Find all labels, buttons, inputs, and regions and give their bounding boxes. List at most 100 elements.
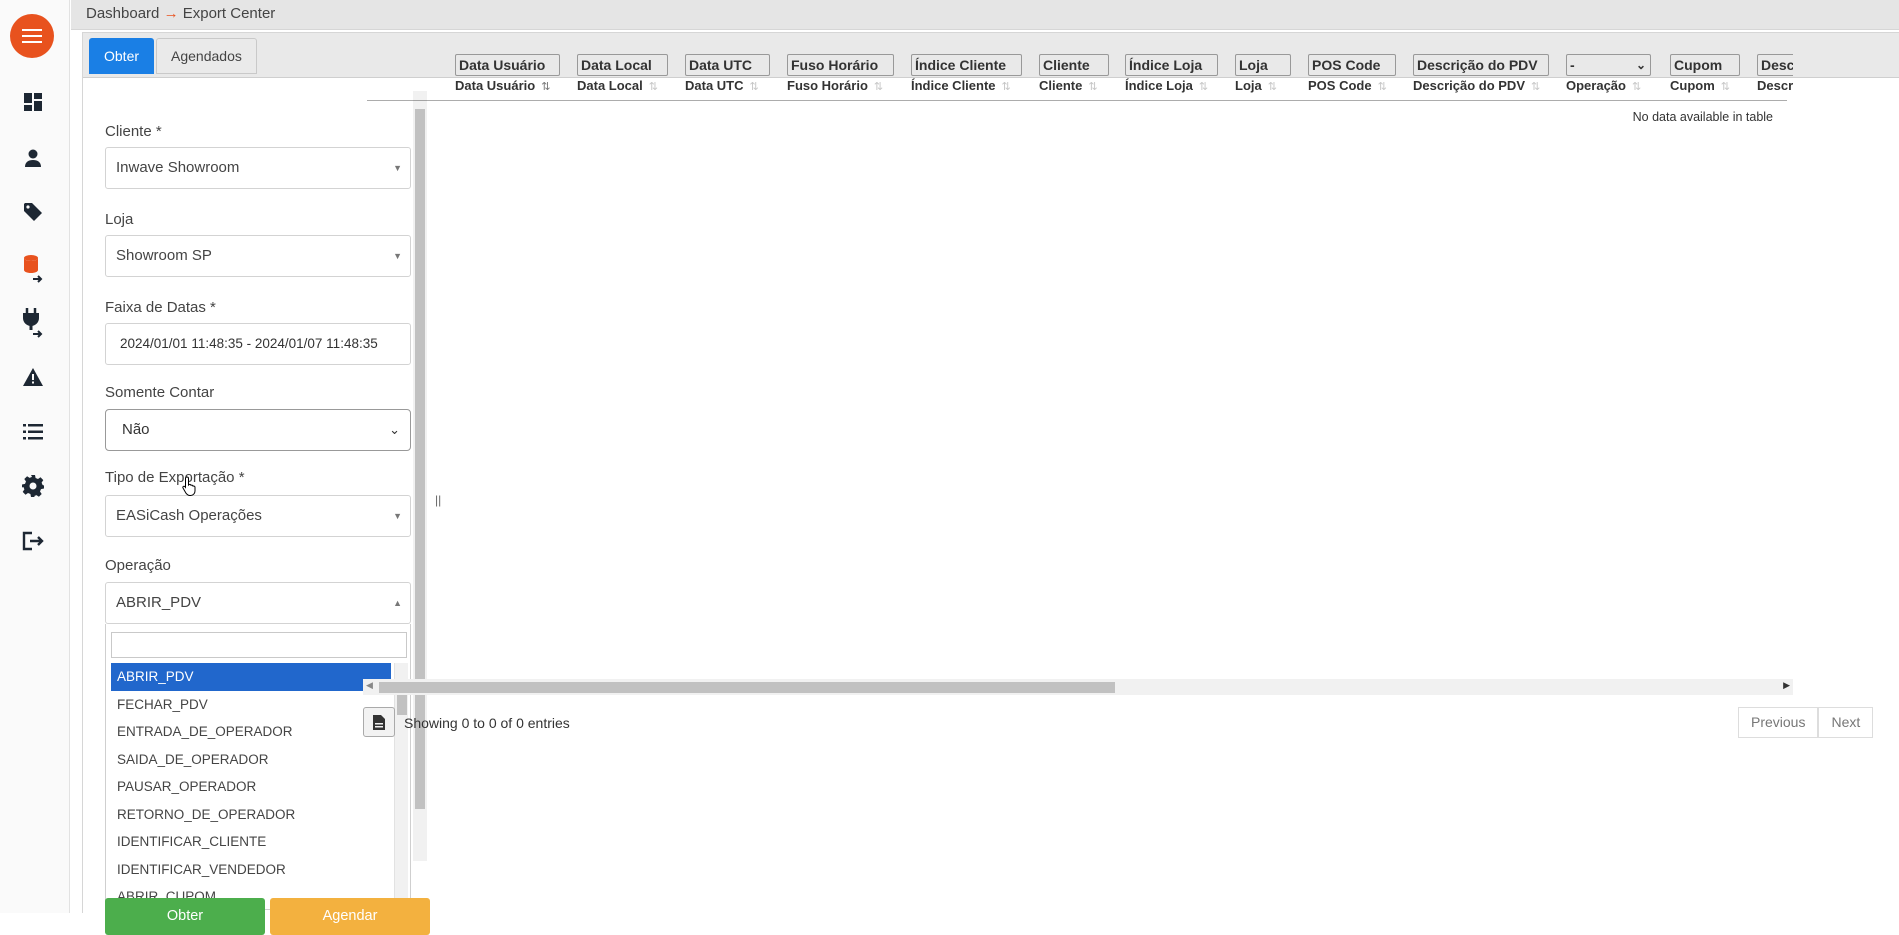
- col-pos-code: POS Code POS Code ⇅: [1308, 54, 1396, 93]
- obter-button[interactable]: Obter: [105, 898, 265, 935]
- somente-contar-label: Somente Contar: [105, 384, 215, 401]
- chevron-down-icon: ⌄: [1635, 58, 1646, 72]
- filter-data-usuario[interactable]: Data Usuário: [455, 54, 560, 76]
- database-export-icon[interactable]: [16, 252, 50, 286]
- option-retorno-de-operador[interactable]: RETORNO_DE_OPERADOR: [111, 801, 391, 829]
- sort-icon: ⇅: [1720, 81, 1730, 93]
- header-indice-loja[interactable]: Índice Loja ⇅: [1125, 78, 1218, 93]
- tipo-exportacao-value: EASiCash Operações: [116, 507, 262, 524]
- previous-page-button[interactable]: Previous: [1738, 707, 1819, 738]
- tab-obter[interactable]: Obter: [89, 38, 155, 74]
- col-descricao-pdv: Descrição do PDV Descrição do PDV ⇅: [1413, 54, 1549, 93]
- header-divider: [367, 100, 1787, 101]
- header-cupom[interactable]: Cupom ⇅: [1670, 78, 1740, 93]
- operacao-options: ABRIR_PDV FECHAR_PDV ENTRADA_DE_OPERADOR…: [111, 663, 391, 909]
- header-data-usuario[interactable]: Data Usuário ⇅: [455, 78, 560, 93]
- logout-icon[interactable]: [16, 524, 50, 558]
- dashboard-icon[interactable]: [16, 85, 50, 119]
- filter-data-utc[interactable]: Data UTC: [685, 54, 770, 76]
- dropdown-scrollbar[interactable]: [394, 663, 408, 909]
- sort-icon: ⇅: [648, 81, 658, 93]
- next-page-button[interactable]: Next: [1818, 707, 1874, 738]
- option-identificar-vendedor[interactable]: IDENTIFICAR_VENDEDOR: [111, 856, 391, 884]
- export-csv-button[interactable]: [363, 707, 395, 737]
- option-saida-de-operador[interactable]: SAIDA_DE_OPERADOR: [111, 746, 391, 774]
- list-icon[interactable]: [16, 415, 50, 449]
- results-table: Data Usuário Data Usuário ⇅ Data Local Da…: [363, 54, 1793, 674]
- operacao-label: Operação: [105, 557, 171, 574]
- sort-icon: ⇅: [1531, 81, 1541, 93]
- loja-label: Loja: [105, 211, 134, 228]
- loja-value: Showroom SP: [116, 247, 212, 264]
- file-icon: [373, 714, 385, 730]
- filter-cupom[interactable]: Cupom: [1670, 54, 1740, 76]
- table-horizontal-scrollbar[interactable]: ◀ ▶: [363, 679, 1793, 695]
- header-operacao[interactable]: Operação ⇅: [1566, 78, 1651, 93]
- option-identificar-cliente[interactable]: IDENTIFICAR_CLIENTE: [111, 828, 391, 856]
- cliente-value: Inwave Showroom: [116, 159, 240, 176]
- sort-icon: ⇅: [1377, 81, 1387, 93]
- sort-icon: ⇅: [1088, 81, 1098, 93]
- hand-cursor-icon: [182, 476, 198, 499]
- option-abrir-pdv[interactable]: ABRIR_PDV: [111, 663, 391, 691]
- filter-descricao[interactable]: Descrição: [1757, 54, 1793, 76]
- option-pausar-operador[interactable]: PAUSAR_OPERADOR: [111, 773, 391, 801]
- filter-indice-cliente[interactable]: Índice Cliente: [911, 54, 1022, 76]
- option-entrada-de-operador[interactable]: ENTRADA_DE_OPERADOR: [111, 718, 391, 746]
- somente-contar-value: Não: [122, 421, 150, 438]
- sidebar-nav: [0, 0, 70, 913]
- sort-icon: ⇅: [1631, 81, 1642, 93]
- tab-agendados[interactable]: Agendados: [156, 38, 257, 74]
- agendar-button[interactable]: Agendar: [270, 898, 430, 935]
- sort-icon: ⇅: [873, 81, 884, 93]
- operacao-value: ABRIR_PDV: [116, 594, 202, 611]
- plug-export-icon[interactable]: [16, 306, 50, 340]
- col-fuso-horario: Fuso Horário Fuso Horário ⇅: [787, 54, 894, 93]
- option-fechar-pdv[interactable]: FECHAR_PDV: [111, 691, 391, 719]
- filter-operacao-select[interactable]: - ⌄: [1566, 54, 1651, 76]
- header-loja[interactable]: Loja ⇅: [1235, 78, 1291, 93]
- col-descricao: Descrição Descrição⇅: [1757, 54, 1793, 93]
- warning-icon[interactable]: [16, 360, 50, 394]
- filter-pos-code[interactable]: POS Code: [1308, 54, 1396, 76]
- sort-icon: ⇅: [1001, 81, 1011, 93]
- header-pos-code[interactable]: POS Code ⇅: [1308, 78, 1396, 93]
- col-cupom: Cupom Cupom ⇅: [1670, 54, 1740, 93]
- empty-message: No data available in table: [1632, 110, 1773, 124]
- filter-cliente[interactable]: Cliente: [1039, 54, 1109, 76]
- menu-icon[interactable]: [10, 14, 54, 58]
- breadcrumb-separator-icon: →: [163, 5, 179, 22]
- col-data-utc: Data UTC Data UTC ⇅: [685, 54, 770, 93]
- col-indice-loja: Índice Loja Índice Loja ⇅: [1125, 54, 1218, 93]
- header-cliente[interactable]: Cliente ⇅: [1039, 78, 1109, 93]
- header-fuso-horario[interactable]: Fuso Horário ⇅: [787, 78, 894, 93]
- tag-icon[interactable]: [16, 195, 50, 229]
- scroll-right-icon[interactable]: ▶: [1783, 680, 1790, 691]
- user-icon[interactable]: [16, 141, 50, 175]
- cliente-label: Cliente *: [105, 123, 162, 140]
- header-indice-cliente[interactable]: Índice Cliente ⇅: [911, 78, 1022, 93]
- gear-icon[interactable]: [16, 469, 50, 503]
- scroll-left-icon[interactable]: ◀: [366, 680, 373, 691]
- header-data-local[interactable]: Data Local ⇅: [577, 78, 668, 93]
- filter-fuso-horario[interactable]: Fuso Horário: [787, 54, 894, 76]
- filter-indice-loja[interactable]: Índice Loja: [1125, 54, 1218, 76]
- table-scroll-thumb[interactable]: [379, 682, 1115, 693]
- faixa-datas-label: Faixa de Datas *: [105, 299, 216, 316]
- col-operacao: - ⌄ Operação ⇅: [1566, 54, 1651, 93]
- header-data-utc[interactable]: Data UTC ⇅: [685, 78, 770, 93]
- breadcrumb-dashboard[interactable]: Dashboard: [86, 5, 159, 22]
- header-descricao[interactable]: Descrição⇅: [1757, 78, 1793, 93]
- table-info: Showing 0 to 0 of 0 entries: [404, 715, 570, 731]
- pagination: Previous Next: [1738, 707, 1874, 738]
- col-cliente: Cliente Cliente ⇅: [1039, 54, 1109, 93]
- tipo-exportacao-label: Tipo de Exportação *: [105, 469, 245, 486]
- filter-data-local[interactable]: Data Local: [577, 54, 668, 76]
- filter-descricao-pdv[interactable]: Descrição do PDV: [1413, 54, 1549, 76]
- sort-icon: ⇅: [541, 81, 551, 93]
- sort-icon: ⇅: [1267, 81, 1277, 93]
- filter-loja[interactable]: Loja: [1235, 54, 1291, 76]
- header-descricao-pdv[interactable]: Descrição do PDV ⇅: [1413, 78, 1549, 93]
- col-loja: Loja Loja ⇅: [1235, 54, 1291, 93]
- sort-icon: ⇅: [749, 81, 759, 93]
